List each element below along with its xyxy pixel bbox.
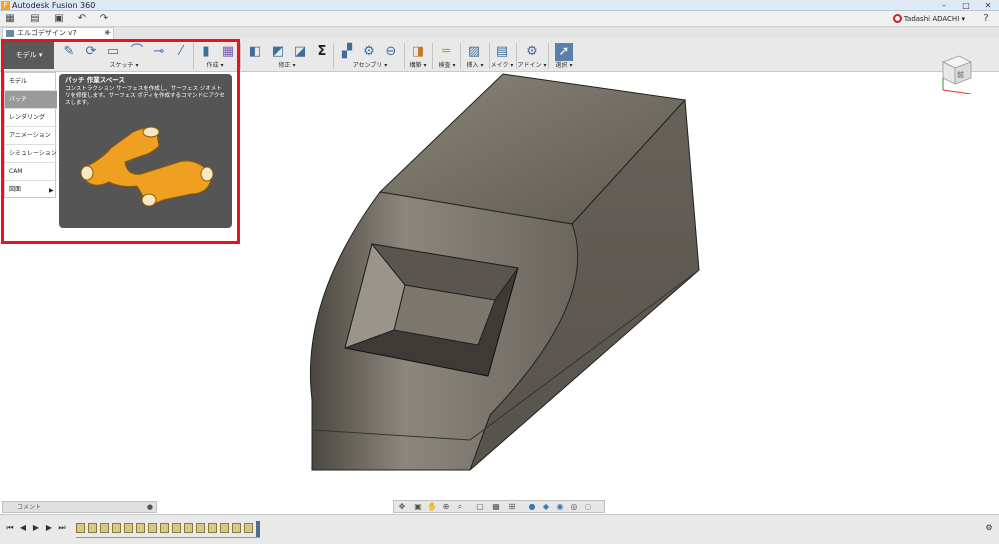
timeline-feature[interactable] — [136, 523, 145, 533]
close-button[interactable]: ✕ — [977, 0, 999, 11]
fit-icon[interactable]: ⌕ — [454, 502, 466, 512]
timeline-first-icon[interactable]: ⏮ — [5, 523, 15, 533]
user-menu[interactable]: Tadashi ADACHI ▾ — [904, 11, 965, 27]
timeline-feature[interactable] — [76, 523, 85, 533]
document-tab-bar: エルゴデザイン v7 ✕ + — [0, 27, 999, 40]
ribbon-separator — [548, 43, 549, 69]
file-icon[interactable]: ▤ — [28, 13, 42, 25]
title-bar: F Autodesk Fusion 360 – □ ✕ — [0, 0, 999, 11]
addins-group-label[interactable]: アドイン ▾ — [517, 62, 547, 70]
environment-icon[interactable]: ◉ — [554, 502, 566, 512]
timeline-next-icon[interactable]: ▶ — [44, 523, 54, 533]
fillet-icon[interactable]: ◩ — [269, 43, 287, 61]
timeline-feature[interactable] — [88, 523, 97, 533]
modify-group-label[interactable]: 修正 ▾ — [272, 62, 302, 70]
quick-access-toolbar: ▦ ▤ ▣ ↶ ↷ Tadashi ADACHI ▾ ? — [0, 11, 999, 27]
select-group-label[interactable]: 選択 ▾ — [550, 62, 578, 70]
make-group-label[interactable]: メイク ▾ — [489, 62, 515, 70]
effects-icon[interactable]: ● — [526, 502, 538, 512]
highlight-annotation — [1, 39, 240, 244]
as-built-joint-icon[interactable]: ⊖ — [382, 43, 400, 61]
redo-icon[interactable]: ↷ — [97, 13, 111, 25]
ribbon-separator — [333, 43, 334, 69]
help-icon[interactable]: ? — [979, 13, 993, 25]
viewcube[interactable]: 前 — [935, 50, 975, 95]
timeline-last-icon[interactable]: ⏭ — [57, 523, 67, 533]
ground-shadow-icon[interactable]: ◎ — [568, 502, 580, 512]
new-tab-icon[interactable]: + — [104, 27, 112, 39]
timeline-feature[interactable] — [160, 523, 169, 533]
comments-panel[interactable]: コメント ● — [2, 501, 157, 513]
timeline: ⏮ ◀ ▶ ▶ ⏭ ⚙ — [0, 514, 999, 544]
scripts-addins-icon[interactable]: ⚙ — [523, 43, 541, 61]
shaded-icon[interactable]: ◆ — [540, 502, 552, 512]
3d-print-icon[interactable]: ▤ — [493, 43, 511, 61]
timeline-settings-icon[interactable]: ⚙ — [984, 523, 994, 533]
timeline-feature[interactable] — [124, 523, 133, 533]
press-pull-icon[interactable]: ◧ — [246, 43, 264, 61]
zoom-icon[interactable]: ⊕ — [440, 502, 452, 512]
timeline-feature[interactable] — [244, 523, 253, 533]
timeline-feature[interactable] — [208, 523, 217, 533]
timeline-feature[interactable] — [232, 523, 241, 533]
parameters-icon[interactable]: Σ — [313, 43, 331, 61]
comments-label: コメント — [17, 504, 42, 511]
add-comment-icon[interactable]: ● — [147, 502, 153, 513]
assemble-group-label[interactable]: アセンブリ ▾ — [350, 62, 390, 70]
timeline-play-icon[interactable]: ▶ — [31, 523, 41, 533]
timeline-feature[interactable] — [184, 523, 193, 533]
inspect-group-label[interactable]: 検査 ▾ — [434, 62, 460, 70]
pan-icon[interactable]: ✋ — [426, 502, 438, 512]
construct-plane-icon[interactable]: ◨ — [409, 43, 427, 61]
timeline-feature[interactable] — [112, 523, 121, 533]
select-icon[interactable]: ➚ — [555, 43, 573, 61]
measure-icon[interactable]: ═ — [437, 43, 455, 61]
grid-icon[interactable]: ▦ — [3, 13, 17, 25]
timeline-feature[interactable] — [148, 523, 157, 533]
timeline-track — [76, 537, 260, 538]
document-tab-label: エルゴデザイン v7 — [17, 29, 77, 37]
minimize-button[interactable]: – — [933, 0, 955, 11]
new-component-icon[interactable]: ▞ — [338, 43, 356, 61]
document-icon — [6, 30, 14, 37]
app-icon: F — [1, 1, 10, 10]
maximize-button[interactable]: □ — [955, 0, 977, 11]
save-icon[interactable]: ▣ — [52, 13, 66, 25]
object-visibility-icon[interactable]: ◌ — [582, 502, 594, 512]
timeline-marker[interactable] — [256, 521, 260, 537]
insert-image-icon[interactable]: ▨ — [465, 43, 483, 61]
joint-icon[interactable]: ⚙ — [360, 43, 378, 61]
display-settings-icon[interactable]: ▢ — [474, 502, 486, 512]
navigation-bar: ✥ ▣ ✋ ⊕ ⌕ ▢ ▦ ⊞ ● ◆ ◉ ◎ ◌ — [393, 500, 605, 513]
viewcube-face-label: 前 — [957, 71, 964, 79]
look-at-icon[interactable]: ▣ — [412, 502, 424, 512]
ribbon-separator — [460, 43, 461, 69]
grid-settings-icon[interactable]: ▦ — [490, 502, 502, 512]
timeline-feature[interactable] — [196, 523, 205, 533]
ribbon-separator — [432, 43, 433, 69]
construct-group-label[interactable]: 構築 ▾ — [404, 62, 432, 70]
shell-icon[interactable]: ◪ — [291, 43, 309, 61]
window-title: Autodesk Fusion 360 — [12, 1, 96, 10]
timeline-feature[interactable] — [220, 523, 229, 533]
timeline-prev-icon[interactable]: ◀ — [18, 523, 28, 533]
viewports-icon[interactable]: ⊞ — [506, 502, 518, 512]
insert-group-label[interactable]: 挿入 ▾ — [462, 62, 488, 70]
record-icon[interactable] — [893, 14, 902, 23]
orbit-icon[interactable]: ✥ — [396, 502, 408, 512]
ribbon-separator — [240, 43, 241, 69]
undo-icon[interactable]: ↶ — [75, 13, 89, 25]
timeline-feature[interactable] — [100, 523, 109, 533]
timeline-feature[interactable] — [172, 523, 181, 533]
